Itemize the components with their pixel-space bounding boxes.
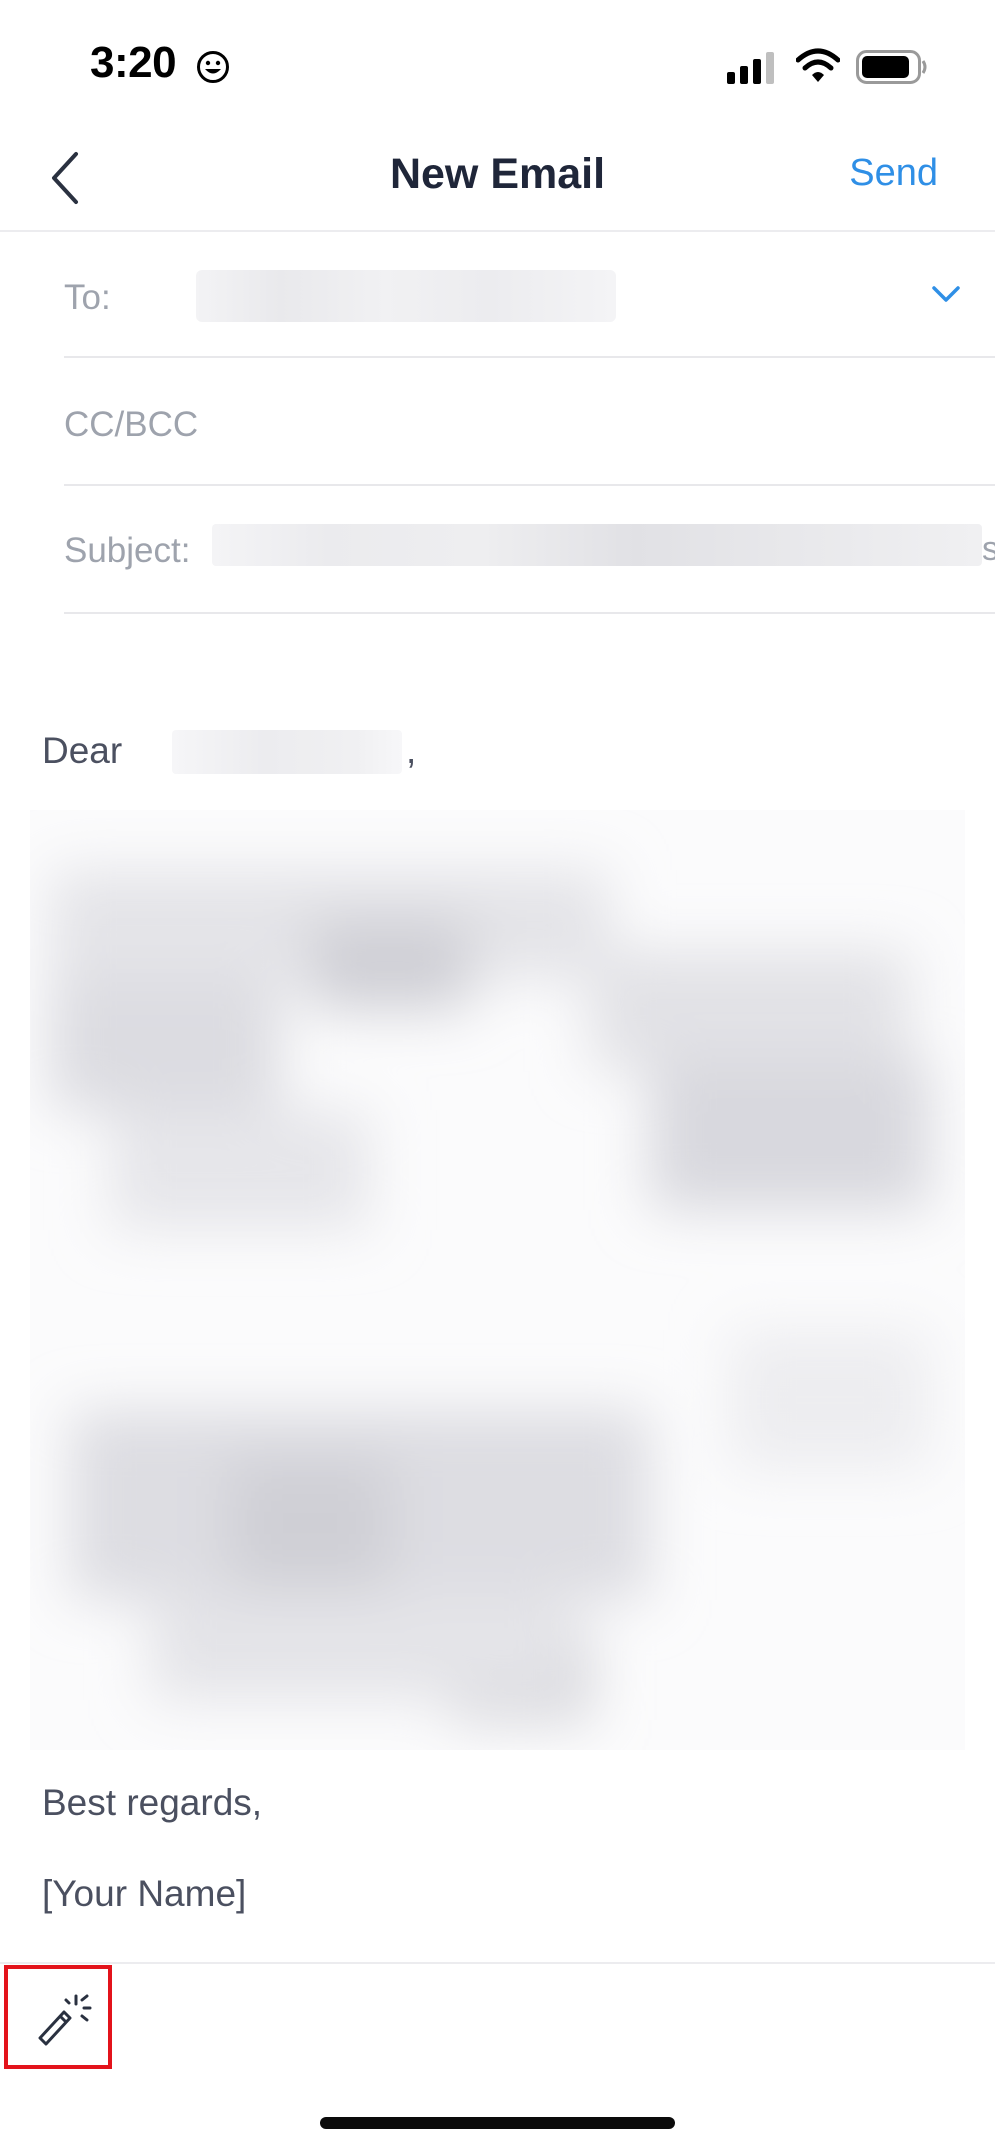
home-indicator [320,2117,675,2129]
cc-divider [64,484,995,486]
status-time: 3:20 [90,38,177,87]
magic-wand-icon[interactable] [34,1994,92,2048]
email-body-redacted[interactable] [30,810,965,1750]
greeting-comma: , [406,730,417,771]
header-divider [0,230,995,232]
subject-overflow-text: s [982,530,995,568]
page-title: New Email [389,150,606,198]
closing-text: Best regards, [42,1782,263,1823]
chevron-down-icon[interactable] [926,280,966,310]
battery-icon [856,50,927,84]
to-divider [64,356,995,358]
greeting-text: Dear [42,730,123,771]
send-button[interactable]: Send [849,152,938,195]
cc-bcc-label: CC/BCC [64,405,199,444]
to-label: To: [64,278,111,317]
smiley-face-icon [197,51,229,83]
signature-text: [Your Name] [42,1873,247,1914]
recipient-name-redacted [172,730,402,774]
subject-field[interactable] [212,524,982,566]
cc-bcc-field[interactable] [64,400,964,460]
wifi-icon [796,48,840,82]
cellular-signal-icon [727,52,774,84]
toolbar-divider [0,1962,995,1964]
subject-label: Subject: [64,531,191,570]
to-recipient-field[interactable] [196,270,616,322]
subject-divider [64,612,995,614]
